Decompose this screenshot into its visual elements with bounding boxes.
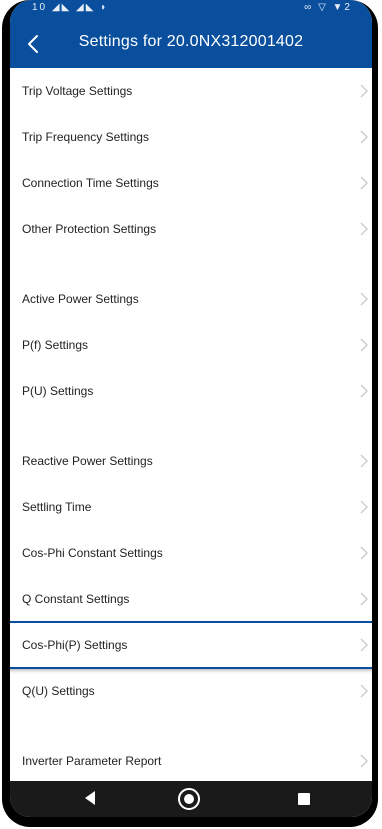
settings-item-label: Cos-Phi Constant Settings [22, 546, 163, 560]
chevron-right-icon [360, 500, 368, 514]
settings-item-label: Settling Time [22, 500, 92, 514]
settings-item-q-u-settings[interactable]: Q(U) Settings [10, 668, 372, 714]
group-separator [10, 252, 372, 276]
settings-item-q-constant-settings[interactable]: Q Constant Settings [10, 576, 372, 622]
settings-item-reactive-power-settings[interactable]: Reactive Power Settings [10, 438, 372, 484]
system-nav-bar [10, 781, 372, 817]
chevron-right-icon [360, 338, 368, 352]
settings-item-label: Trip Frequency Settings [22, 130, 149, 144]
settings-item-p-f-settings[interactable]: P(f) Settings [10, 322, 372, 368]
chevron-right-icon [360, 84, 368, 98]
settings-item-label: Active Power Settings [22, 292, 139, 306]
chevron-right-icon [360, 130, 368, 144]
status-icons-right: ∞ ▽ ▼2 [304, 2, 352, 13]
settings-list: Trip Voltage Settings Trip Frequency Sett… [10, 68, 372, 784]
square-icon [298, 793, 310, 805]
settings-item-inverter-parameter-report[interactable]: Inverter Parameter Report [10, 738, 372, 784]
settings-item-label: Connection Time Settings [22, 176, 159, 190]
nav-home-button[interactable] [177, 787, 201, 816]
group-separator [10, 414, 372, 438]
chevron-right-icon [360, 638, 368, 652]
chevron-right-icon [360, 176, 368, 190]
page-title: Settings for 20.0NX312001402 [78, 33, 304, 50]
settings-item-label: Other Protection Settings [22, 222, 157, 236]
settings-item-label: P(U) Settings [22, 384, 94, 398]
nav-recent-button[interactable] [297, 792, 311, 811]
settings-item-label: Inverter Parameter Report [22, 754, 162, 768]
chevron-right-icon [360, 754, 368, 768]
settings-item-cos-phi-constant-settings[interactable]: Cos-Phi Constant Settings [10, 530, 372, 576]
chevron-right-icon [360, 454, 368, 468]
settings-item-label: Q Constant Settings [22, 592, 130, 606]
settings-item-label: Reactive Power Settings [22, 454, 153, 468]
settings-item-trip-frequency-settings[interactable]: Trip Frequency Settings [10, 114, 372, 160]
settings-item-label: P(f) Settings [22, 338, 89, 352]
app-header: Settings for 20.0NX312001402 [10, 20, 372, 68]
settings-item-cos-phi-p-settings[interactable]: Cos-Phi(P) Settings [10, 621, 372, 669]
chevron-right-icon [360, 292, 368, 306]
screen: 10 ◢◣ ◢◣ ◗ ∞ ▽ ▼2 Settings for 20.0NX312… [10, 0, 372, 817]
chevron-right-icon [360, 384, 368, 398]
circle-icon [178, 788, 200, 810]
settings-item-settling-time[interactable]: Settling Time [10, 484, 372, 530]
phone-frame: 10 ◢◣ ◢◣ ◗ ∞ ▽ ▼2 Settings for 20.0NX312… [2, 0, 378, 827]
status-bar: 10 ◢◣ ◢◣ ◗ ∞ ▽ ▼2 [10, 0, 372, 20]
group-separator [10, 714, 372, 738]
settings-item-trip-voltage-settings[interactable]: Trip Voltage Settings [10, 68, 372, 114]
settings-item-other-protection-settings[interactable]: Other Protection Settings [10, 206, 372, 252]
chevron-right-icon [360, 684, 368, 698]
status-icons-left: 10 ◢◣ ◢◣ ◗ [32, 2, 109, 13]
settings-item-label: Cos-Phi(P) Settings [22, 638, 128, 652]
settings-item-label: Q(U) Settings [22, 684, 95, 698]
chevron-right-icon [360, 546, 368, 560]
chevron-right-icon [360, 222, 368, 236]
settings-item-active-power-settings[interactable]: Active Power Settings [10, 276, 372, 322]
settings-item-p-u-settings[interactable]: P(U) Settings [10, 368, 372, 414]
chevron-right-icon [360, 592, 368, 606]
settings-item-connection-time-settings[interactable]: Connection Time Settings [10, 160, 372, 206]
settings-item-label: Trip Voltage Settings [22, 84, 133, 98]
triangle-left-icon [85, 791, 95, 805]
nav-back-button[interactable] [82, 789, 98, 812]
